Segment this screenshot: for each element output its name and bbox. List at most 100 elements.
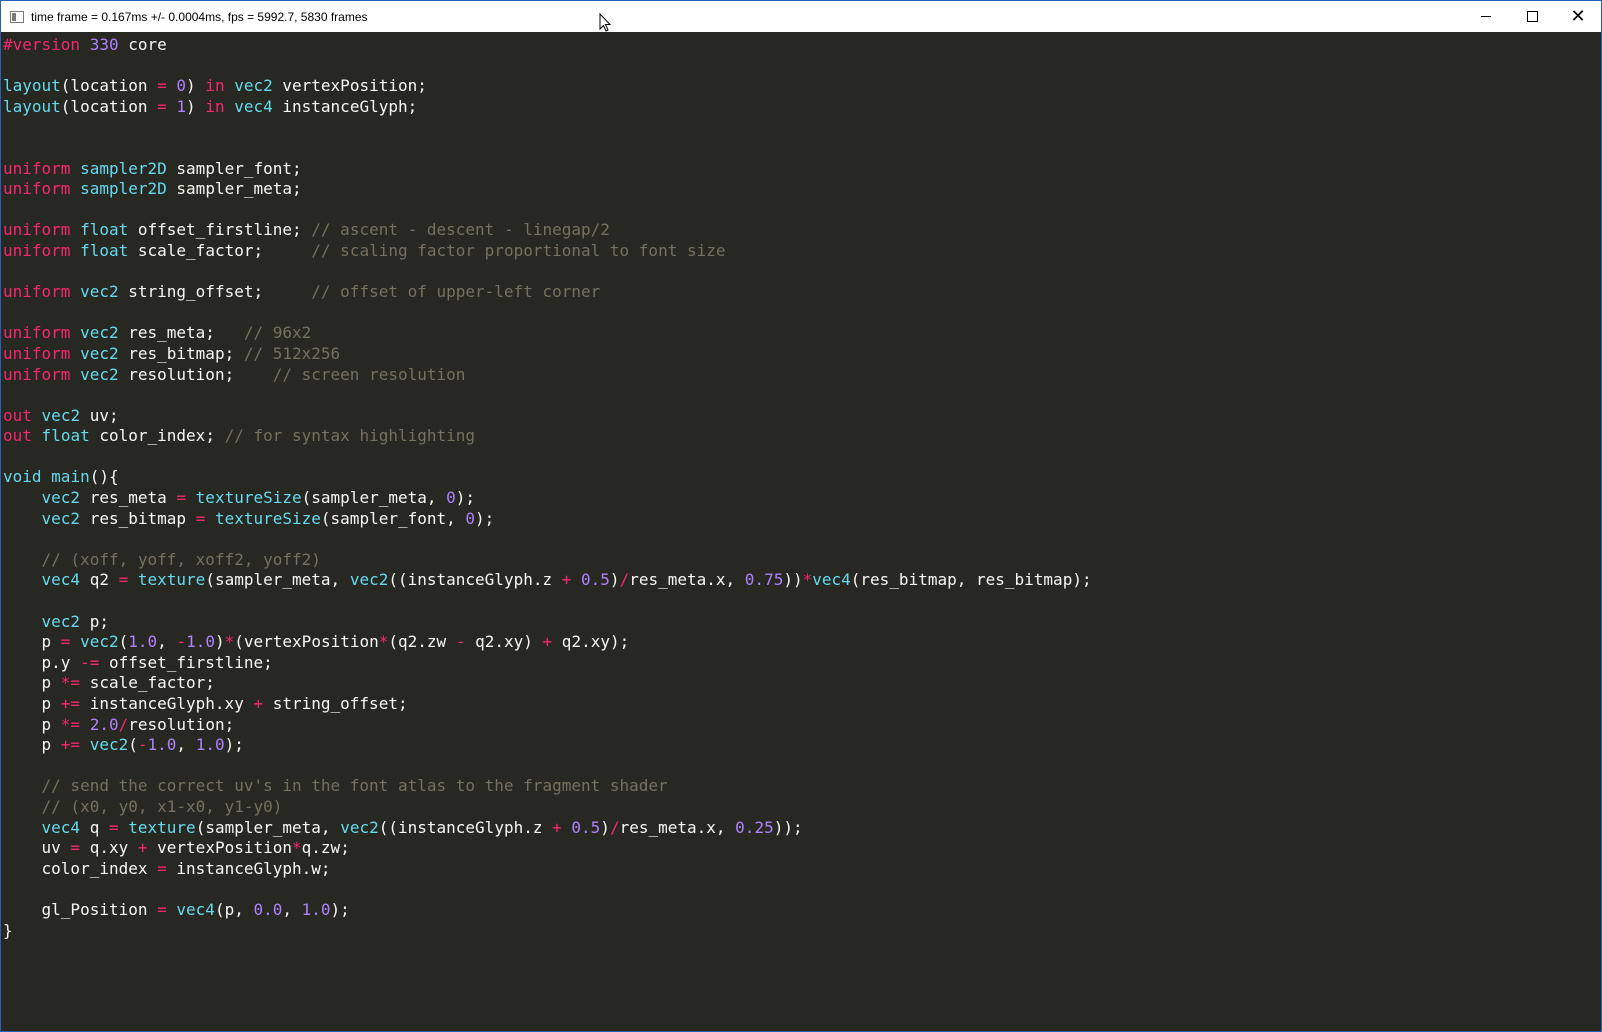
code-token: - — [176, 632, 187, 652]
code-token: vec2 — [234, 76, 273, 96]
code-token: (vertexPosition — [234, 632, 379, 652]
minimize-button[interactable] — [1463, 1, 1509, 32]
code-token: 1.0 — [195, 735, 225, 755]
code-token: offset_firstline; — [128, 220, 312, 240]
code-line: gl_Position = vec4(p, 0.0, 1.0); — [1, 900, 1601, 921]
code-token: // 96x2 — [243, 323, 312, 343]
code-line: out float color_index; // for syntax hig… — [1, 426, 1601, 447]
code-token: (location — [60, 96, 158, 116]
code-token: 0 — [446, 488, 456, 508]
code-token: main — [51, 467, 90, 487]
code-token: void — [3, 467, 42, 487]
code-token: / — [609, 817, 620, 837]
code-token: // 512x256 — [243, 343, 341, 363]
code-token: sampler2D — [80, 179, 167, 199]
code-token: res_meta.x, — [629, 570, 745, 590]
code-token: sampler2D — [80, 158, 167, 178]
code-token: vec4 — [41, 570, 81, 590]
code-token: 330 — [89, 35, 119, 54]
code-token: ) — [609, 570, 620, 590]
code-token: sampler_meta; — [166, 179, 302, 199]
code-token: layout — [3, 76, 61, 96]
code-token: 0.5 — [581, 570, 610, 590]
code-token: = — [176, 488, 187, 508]
code-token: * — [802, 570, 813, 590]
code-token: vec4 — [234, 96, 273, 116]
code-line: uniform sampler2D sampler_meta; — [1, 179, 1601, 200]
code-line: p = vec2(1.0, -1.0)*(vertexPosition*(q2.… — [1, 632, 1601, 653]
code-token: uniform — [3, 282, 71, 302]
code-token: ); — [475, 508, 495, 528]
code-token: = — [108, 817, 119, 837]
code-token: p.y — [3, 652, 81, 672]
code-token: uniform — [3, 343, 71, 363]
code-token: ) — [214, 632, 225, 652]
code-token: vec2 — [80, 364, 119, 384]
code-token: vec2 — [340, 817, 379, 837]
shader-code-view[interactable]: #version 330 core layout(location = 0) i… — [1, 32, 1601, 1031]
code-token: * — [292, 838, 302, 858]
code-token: textureSize — [214, 508, 321, 528]
code-token: * — [378, 632, 389, 652]
code-token: out — [3, 405, 32, 425]
maximize-button[interactable] — [1509, 1, 1555, 32]
code-token: uv — [3, 838, 71, 858]
code-line: out vec2 uv; — [1, 406, 1601, 427]
title-bar[interactable]: time frame = 0.167ms +/- 0.0004ms, fps =… — [1, 1, 1601, 32]
close-button[interactable]: ✕ — [1555, 1, 1601, 32]
code-token: vertexPosition; — [272, 76, 427, 96]
code-token: // (xoff, yoff, xoff2, yoff2) — [41, 549, 321, 569]
code-token: p — [3, 632, 61, 652]
code-token: q2.xy) — [465, 632, 543, 652]
code-token: 0 — [465, 508, 476, 528]
code-token: vec2 — [89, 735, 129, 755]
code-token: in — [205, 76, 225, 96]
code-token: // (x0, y0, x1-x0, y1-y0) — [41, 796, 283, 816]
code-line: vec2 res_bitmap = textureSize(sampler_fo… — [1, 509, 1601, 530]
code-token: ( — [128, 735, 138, 755]
code-token: res_meta.x, — [619, 817, 736, 837]
code-token: core — [118, 35, 167, 54]
code-token: res_bitmap — [80, 508, 196, 528]
code-token: + — [253, 694, 264, 713]
code-token: scale_factor; — [128, 240, 312, 260]
code-token: q.zw; — [301, 838, 350, 858]
code-token: (sampler_font, — [320, 508, 466, 528]
code-token: resolution; — [118, 364, 273, 384]
code-token: q.xy — [80, 838, 138, 858]
code-token: ) — [600, 817, 610, 837]
app-window-icon[interactable] — [10, 10, 24, 23]
code-token: 0.25 — [735, 817, 774, 837]
code-line: } — [1, 921, 1601, 942]
code-token: ( — [118, 632, 129, 652]
code-token: (q2.zw — [388, 632, 456, 652]
code-token: uniform — [3, 364, 71, 384]
code-token: #version — [3, 35, 90, 54]
code-token: q2 — [80, 570, 119, 590]
maximize-icon — [1526, 11, 1538, 22]
code-token: (res_bitmap, res_bitmap); — [850, 570, 1092, 590]
code-line: uniform vec2 res_bitmap; // 512x256 — [1, 344, 1601, 365]
code-token: , — [157, 632, 177, 652]
code-token: (sampler_meta, — [195, 817, 341, 837]
code-token: ((instanceGlyph.z — [378, 817, 553, 837]
code-token: vec2 — [41, 405, 81, 425]
code-token: uv; — [80, 405, 119, 425]
code-line: uniform sampler2D sampler_font; — [1, 159, 1601, 180]
code-token: texture — [137, 570, 206, 590]
